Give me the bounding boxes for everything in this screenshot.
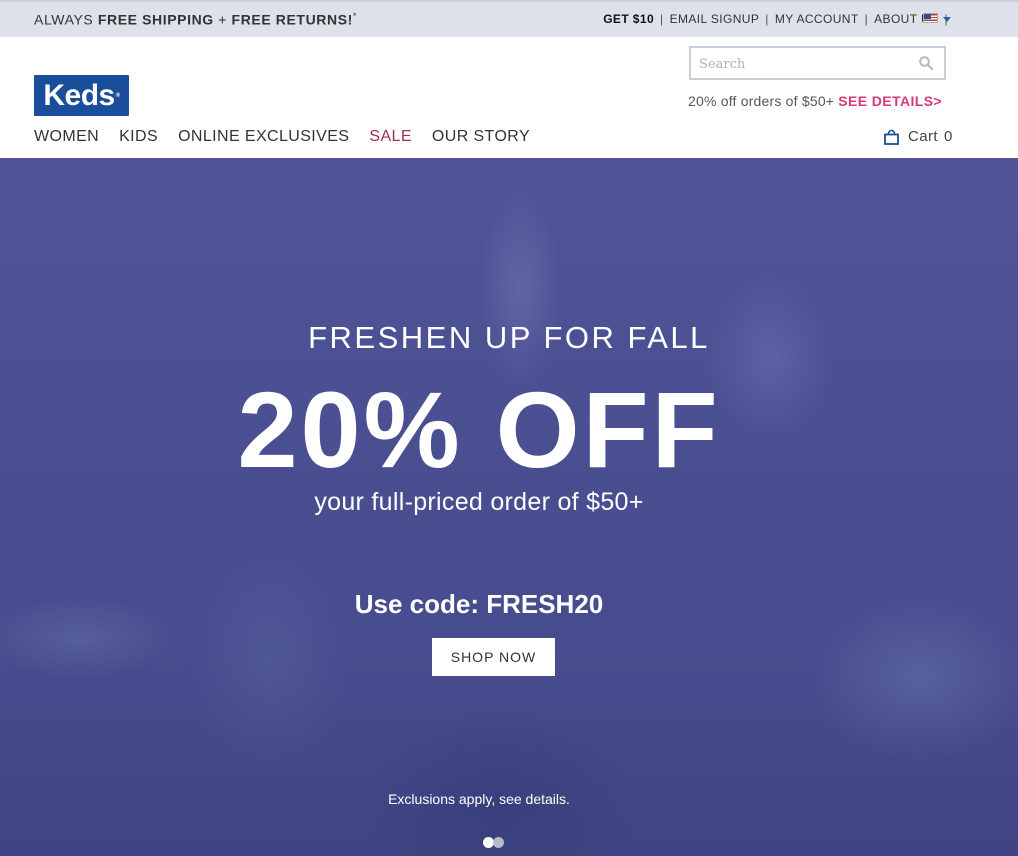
promo-code: Use code: FRESH20: [354, 589, 604, 619]
promo-plus: +: [213, 11, 232, 28]
nav-item-our-story[interactable]: OUR STORY: [432, 128, 530, 146]
hero-eyebrow: FRESHEN UP FOR FALL: [308, 320, 710, 355]
search-input[interactable]: [699, 54, 909, 74]
free-shipping-promo[interactable]: ALWAYS FREE SHIPPING + FREE RETURNS!*: [34, 11, 357, 28]
nav-item-online-exclusives[interactable]: ONLINE EXCLUSIVES: [178, 128, 349, 146]
hero-subheadline: your full-priced order of $50+: [314, 488, 644, 516]
cart-count: 0: [943, 128, 953, 145]
carousel-dots: [483, 837, 504, 848]
us-flag-icon[interactable]: [923, 13, 938, 23]
cart-label: Cart: [908, 128, 938, 145]
cart-link[interactable]: Cart 0: [884, 128, 953, 145]
header-offer: 20% off orders of $50+ SEE DETAILS>: [688, 93, 942, 109]
hero-headline: 20% OFF: [237, 369, 721, 490]
search-box: [689, 46, 946, 80]
logo-text: Keds: [43, 78, 115, 112]
promo-shipping: FREE SHIPPING: [97, 11, 214, 28]
nav-item-sale[interactable]: SALE: [369, 128, 412, 146]
promo-asterisk: *: [352, 11, 358, 21]
carousel-dot-2[interactable]: [493, 837, 504, 848]
utility-links: GET $10 | EMAIL SIGNUP | MY ACCOUNT | AB…: [603, 12, 954, 26]
shop-now-button[interactable]: SHOP NOW: [432, 638, 555, 676]
offer-text: 20% off orders of $50+: [688, 93, 839, 109]
separator: |: [864, 12, 869, 26]
top-utility-bar: ALWAYS FREE SHIPPING + FREE RETURNS!* GE…: [0, 0, 1018, 37]
main-nav: WOMEN KIDS ONLINE EXCLUSIVES SALE OUR ST…: [34, 128, 530, 146]
promo-returns: FREE RETURNS!: [231, 11, 353, 28]
nav-item-women[interactable]: WOMEN: [34, 128, 99, 146]
get-10-link[interactable]: GET $10: [603, 12, 654, 26]
nav-item-kids[interactable]: KIDS: [119, 128, 158, 146]
shopping-bag-icon: [884, 129, 899, 145]
exclusions-link[interactable]: Exclusions apply, see details.: [0, 791, 988, 807]
see-details-link[interactable]: SEE DETAILS>: [838, 93, 942, 109]
separator: |: [660, 12, 664, 26]
separator: |: [765, 12, 769, 26]
my-account-link[interactable]: MY ACCOUNT: [775, 12, 859, 26]
promo-prefix: ALWAYS: [34, 11, 98, 28]
hero-banner[interactable]: FRESHEN UP FOR FALL 20% OFF your full-pr…: [0, 158, 1018, 856]
keds-logo[interactable]: Keds ®: [34, 75, 129, 116]
email-signup-link[interactable]: EMAIL SIGNUP: [670, 12, 760, 26]
search-icon[interactable]: [919, 56, 933, 70]
caret-down-icon[interactable]: [943, 17, 951, 22]
logo-registered-mark: ®: [115, 92, 120, 99]
